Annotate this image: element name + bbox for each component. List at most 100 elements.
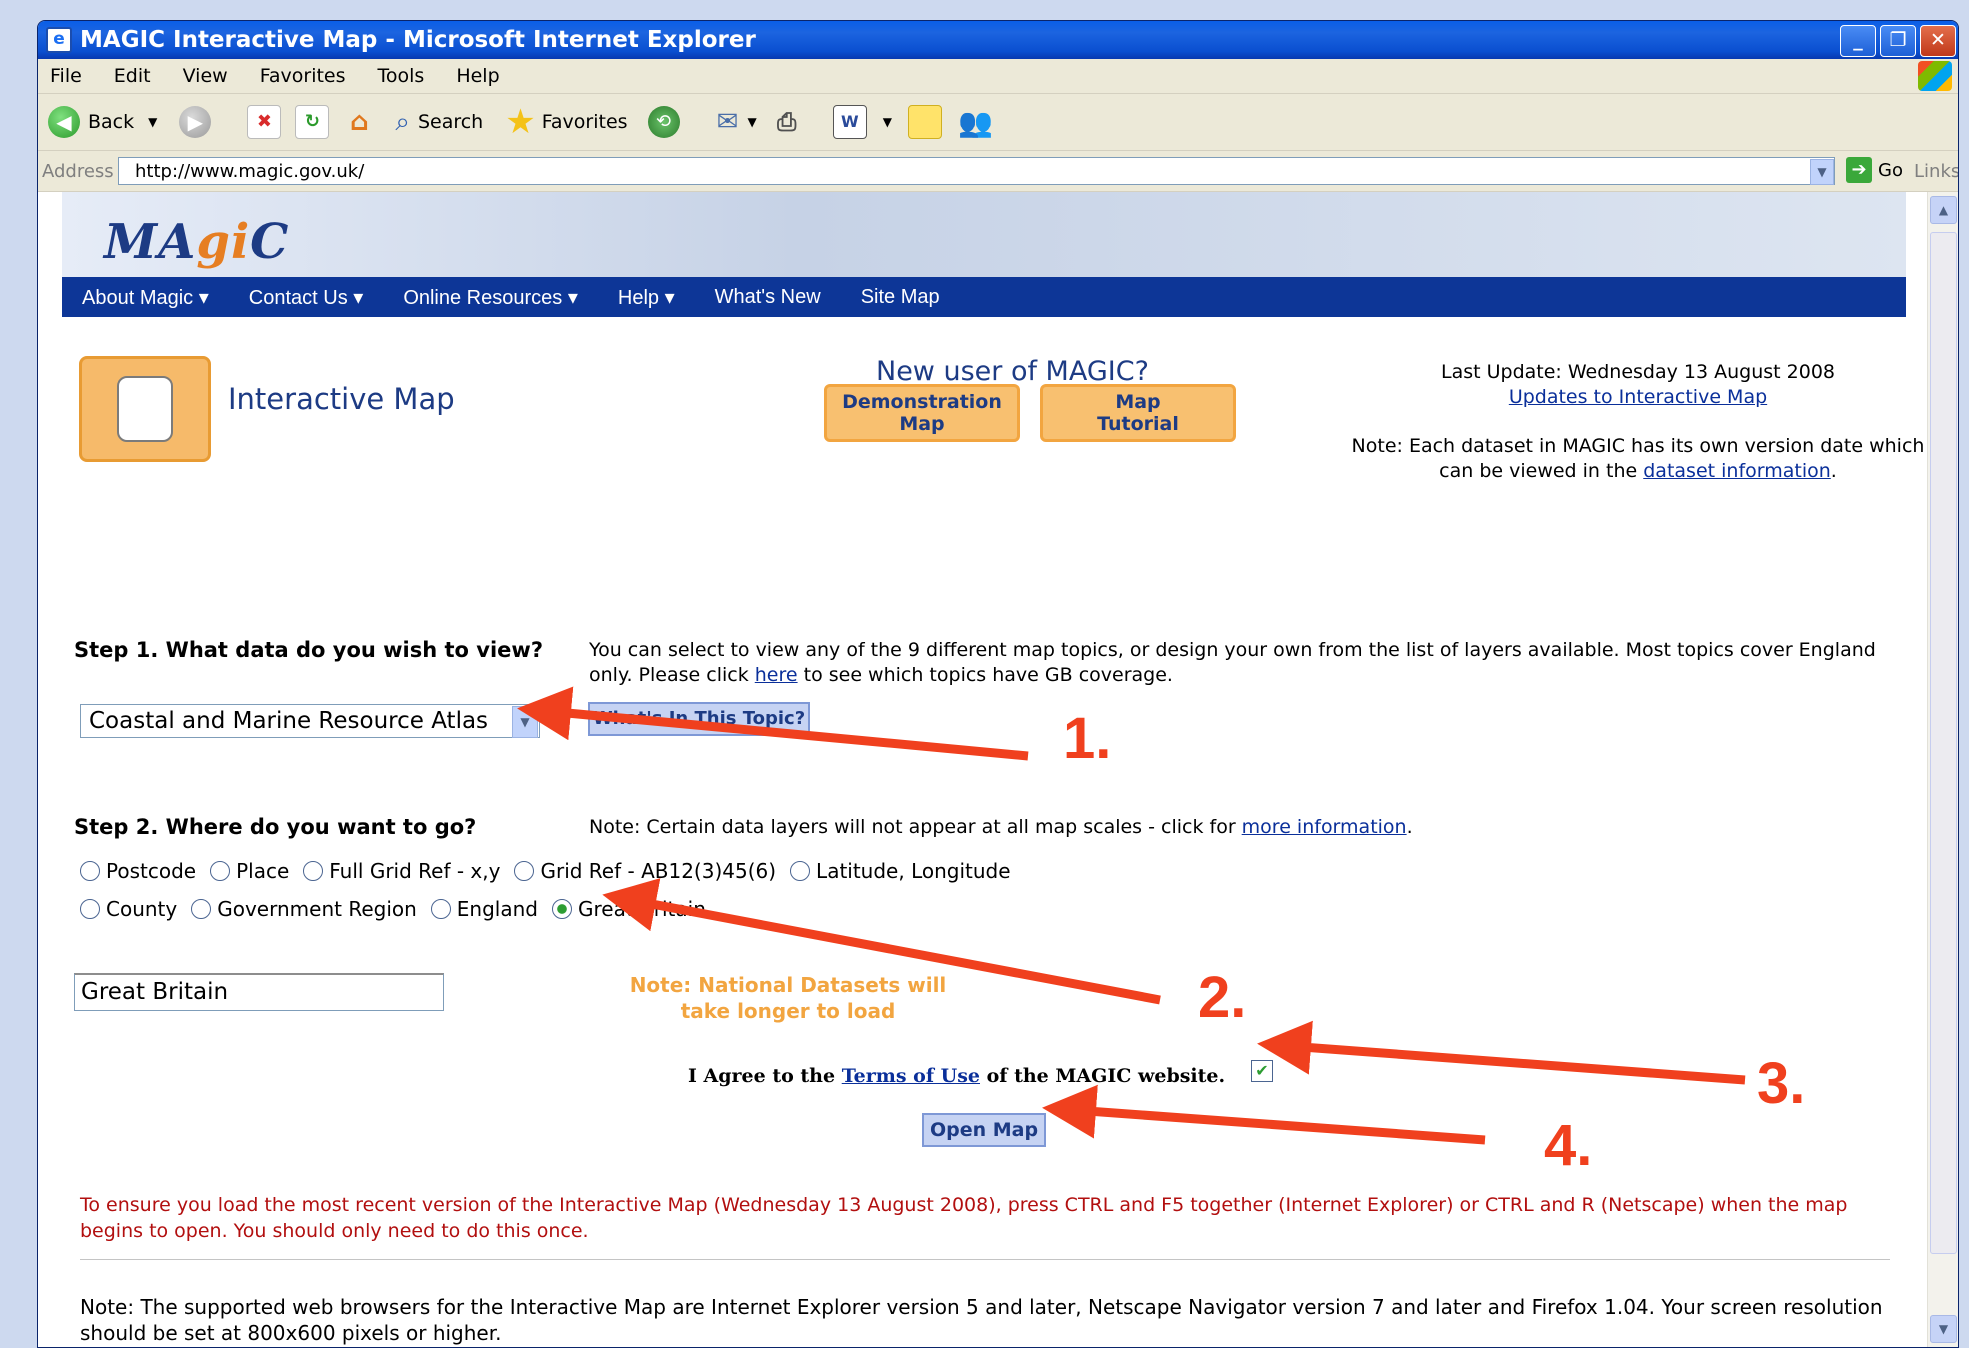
interactive-map-icon	[79, 356, 211, 462]
radio-full-grid-ref[interactable]	[303, 861, 324, 881]
radio-government-region[interactable]	[191, 899, 212, 919]
location-radio-row-1: Postcode Place Full Grid Ref - x,y Grid …	[74, 859, 1011, 883]
refresh-button[interactable]: ↻	[295, 105, 330, 139]
radio-england[interactable]	[430, 899, 451, 919]
scroll-thumb[interactable]	[1930, 232, 1957, 1254]
menu-file[interactable]: File	[50, 65, 82, 87]
topic-select-value: Coastal and Marine Resource Atlas	[89, 708, 489, 734]
page-title: Interactive Map	[228, 382, 455, 416]
note-line: take longer to load	[680, 999, 896, 1023]
location-radio-row-2: County Government Region England Great B…	[74, 897, 706, 921]
terms-of-use-link[interactable]: Terms of Use	[842, 1065, 980, 1087]
nav-help[interactable]: Help ▾	[618, 285, 675, 310]
chevron-down-icon[interactable]: ▼	[512, 706, 538, 738]
topic-select[interactable]: Coastal and Marine Resource Atlas ▼	[80, 704, 540, 738]
chevron-down-icon[interactable]: ▼	[1810, 159, 1834, 185]
home-icon: ⌂	[350, 107, 369, 137]
radio-label: Grid Ref - AB12(3)45(6)	[540, 859, 777, 883]
demonstration-map-button[interactable]: Demonstration Map	[824, 384, 1020, 442]
step2-note-text: Note: Certain data layers will not appea…	[589, 816, 1242, 838]
browser-window: e MAGIC Interactive Map - Microsoft Inte…	[37, 20, 1959, 1348]
back-button[interactable]: ◀ Back ▼	[48, 106, 157, 138]
dataset-information-link[interactable]: dataset information	[1643, 460, 1831, 482]
vertical-scrollbar[interactable]: ▲ ▼	[1927, 192, 1958, 1347]
step2-note-end: .	[1406, 816, 1413, 838]
go-button[interactable]: ➔ Go	[1846, 157, 1903, 183]
close-button[interactable]: ✕	[1920, 25, 1956, 57]
nav-whats-new[interactable]: What's New	[715, 286, 821, 309]
map-tutorial-button[interactable]: Map Tutorial	[1040, 384, 1236, 442]
ie-icon: e	[46, 27, 72, 53]
address-label: Address	[42, 160, 114, 182]
update-info: Last Update: Wednesday 13 August 2008 Up…	[1338, 360, 1928, 484]
stop-button[interactable]: ✖	[247, 105, 282, 139]
chevron-down-icon[interactable]: ▼	[148, 115, 157, 129]
mail-button[interactable]: ✉ ▼	[712, 106, 757, 138]
favorites-label: Favorites	[541, 111, 628, 133]
nav-about-magic[interactable]: About Magic ▾	[82, 285, 209, 310]
scroll-up-icon[interactable]: ▲	[1930, 196, 1957, 224]
location-input[interactable]: Great Britain	[74, 973, 444, 1011]
button-label: Demonstration	[842, 391, 1002, 413]
links-label: Links	[1914, 161, 1959, 182]
links-button[interactable]: Links»	[1914, 161, 1959, 182]
annotation-label-1: 1.	[1063, 706, 1112, 771]
radio-label: Latitude, Longitude	[816, 859, 1011, 883]
minimize-button[interactable]: _	[1840, 25, 1876, 57]
button-label: Map	[899, 413, 945, 435]
radio-place[interactable]	[210, 861, 231, 881]
history-icon: ⟲	[647, 106, 680, 138]
word-icon: W	[832, 105, 867, 139]
discuss-button[interactable]	[908, 105, 942, 139]
national-datasets-note: Note: National Datasets will take longer …	[578, 972, 998, 1024]
radio-grid-ref[interactable]	[514, 861, 535, 881]
updates-link[interactable]: Updates to Interactive Map	[1509, 386, 1767, 408]
open-map-button[interactable]: Open Map	[922, 1113, 1046, 1147]
messenger-icon: 👥	[958, 105, 993, 139]
window-title: MAGIC Interactive Map - Microsoft Intern…	[80, 27, 756, 53]
history-button[interactable]: ⟲	[647, 106, 680, 138]
agree-text: I Agree to the	[688, 1065, 842, 1087]
nav-site-map[interactable]: Site Map	[861, 286, 940, 309]
menu-edit[interactable]: Edit	[114, 65, 151, 87]
step1-note-end: to see which topics have GB coverage.	[797, 664, 1173, 686]
radio-county[interactable]	[80, 899, 100, 919]
menu-view[interactable]: View	[183, 65, 228, 87]
here-link[interactable]: here	[755, 664, 798, 686]
radio-label: Great Britain	[578, 897, 706, 921]
nav-online-resources[interactable]: Online Resources ▾	[403, 285, 578, 310]
radio-latitude-longitude[interactable]	[790, 861, 811, 881]
step1-note: You can select to view any of the 9 diff…	[589, 638, 1899, 688]
step1-label: Step 1. What data do you wish to view?	[74, 638, 544, 662]
print-icon: ⎙	[777, 108, 797, 136]
search-button[interactable]: ⌕ Search	[395, 107, 483, 138]
maximize-button[interactable]: ❐	[1880, 25, 1916, 57]
home-button[interactable]: ⌂	[343, 106, 375, 138]
address-bar: Address http://www.magic.gov.uk/ ▼ ➔ Go …	[38, 151, 1958, 192]
hand-pointer-icon	[117, 376, 173, 442]
divider	[80, 1259, 1890, 1260]
scroll-down-icon[interactable]: ▼	[1930, 1315, 1957, 1343]
forward-button[interactable]: ▶	[179, 106, 212, 138]
whats-in-this-topic-button[interactable]: What's In This Topic?	[588, 702, 810, 736]
edit-button[interactable]: W ▼	[832, 105, 892, 139]
radio-label: England	[456, 897, 538, 921]
note-line: Note: National Datasets will	[629, 973, 947, 997]
agree-checkbox[interactable]: ✔	[1251, 1060, 1273, 1082]
radio-postcode[interactable]	[80, 861, 100, 881]
menu-favorites[interactable]: Favorites	[260, 65, 346, 87]
more-information-link[interactable]: more information	[1242, 816, 1407, 838]
radio-great-britain[interactable]	[552, 899, 572, 919]
annotation-label-2: 2.	[1198, 965, 1247, 1030]
favorites-button[interactable]: ★ Favorites	[505, 102, 627, 142]
button-label: Tutorial	[1097, 413, 1179, 435]
browser-support-note: Note: The supported web browsers for the…	[80, 1295, 1883, 1345]
messenger-button[interactable]: 👥	[958, 106, 993, 139]
windows-logo-icon	[1918, 61, 1952, 91]
nav-contact-us[interactable]: Contact Us ▾	[249, 285, 364, 310]
print-button[interactable]: ⎙	[771, 106, 803, 138]
menu-help[interactable]: Help	[456, 65, 499, 87]
magic-logo[interactable]: MAgiC	[104, 214, 289, 270]
address-input[interactable]: http://www.magic.gov.uk/ ▼	[118, 157, 1835, 185]
menu-tools[interactable]: Tools	[378, 65, 425, 87]
